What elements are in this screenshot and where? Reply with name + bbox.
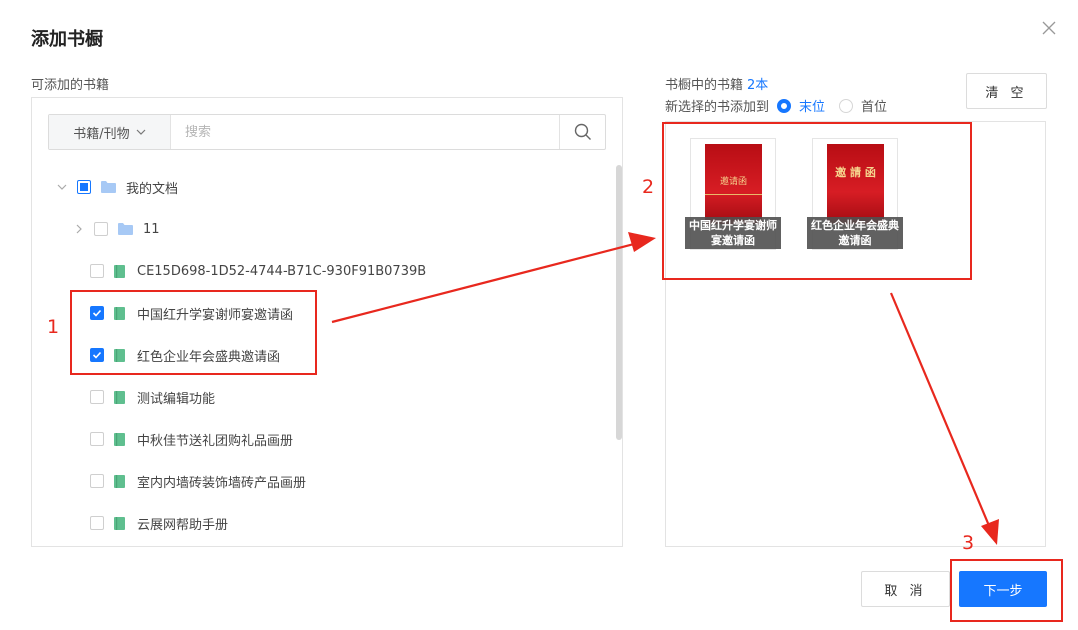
- annotation-arrowhead-1: [628, 232, 656, 252]
- annotation-arrows: [331, 232, 999, 545]
- annotation-arrow-1: [331, 241, 639, 324]
- annotation-arrowhead-2: [981, 519, 999, 545]
- annotation-arrow-2: [889, 292, 992, 529]
